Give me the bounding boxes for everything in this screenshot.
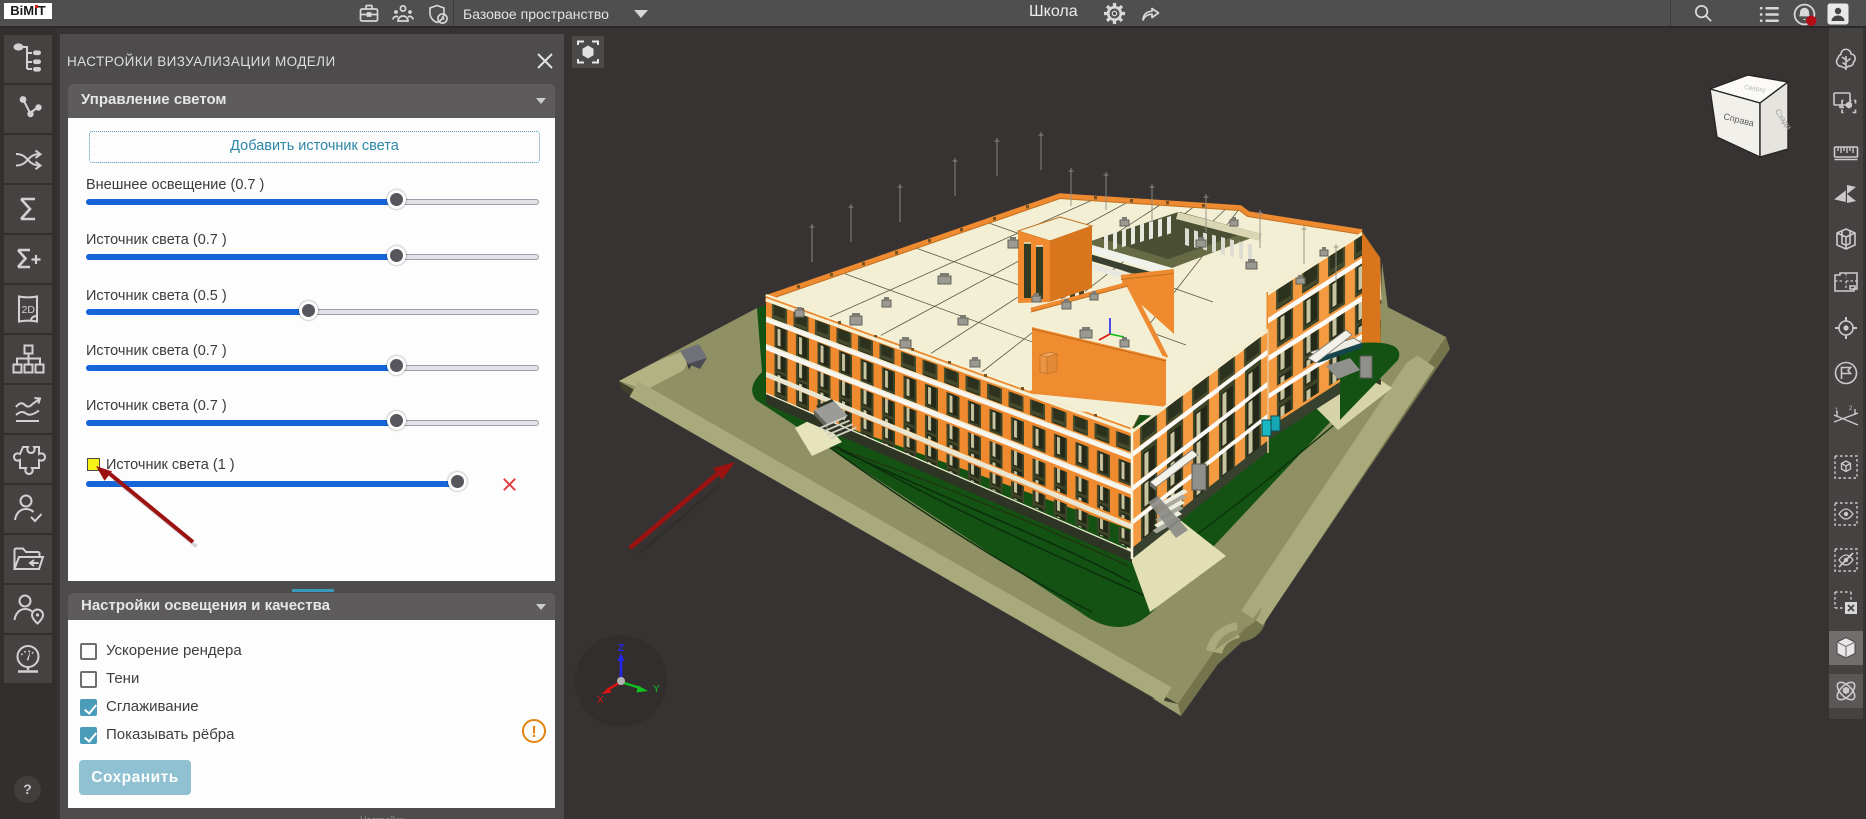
svg-text:1: 1 [1835,408,1839,414]
svg-text:2: 2 [1849,406,1853,412]
svg-text:2D: 2D [22,304,36,316]
svg-text:Y: Y [653,684,660,695]
svg-text:Z: Z [618,643,624,654]
svg-text:X: X [597,695,604,706]
